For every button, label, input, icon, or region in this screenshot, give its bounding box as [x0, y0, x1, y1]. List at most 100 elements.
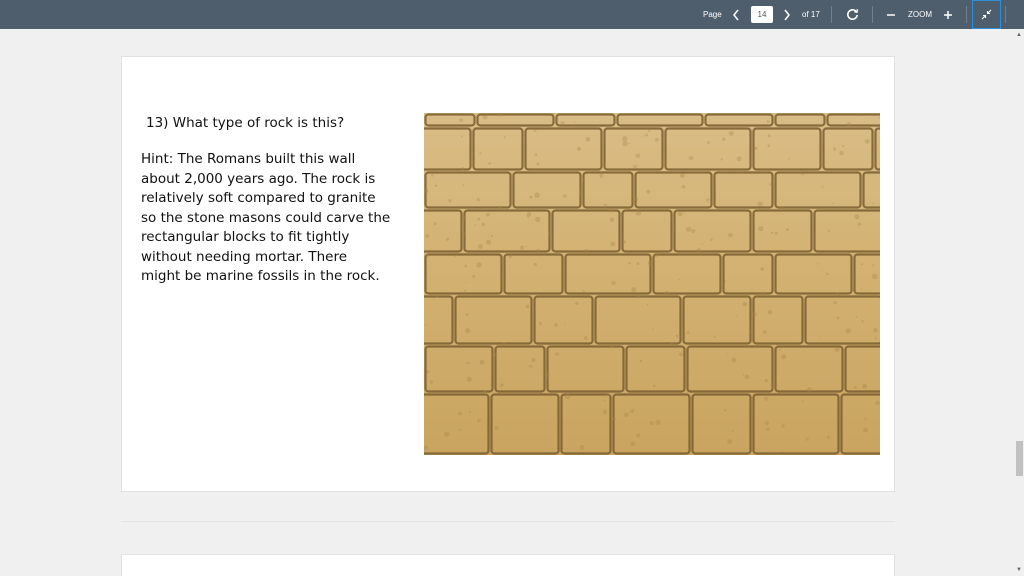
- stone-texture: [861, 383, 868, 389]
- exit-fullscreen-button[interactable]: [972, 0, 1001, 29]
- stone-texture: [736, 156, 742, 162]
- page-number-input[interactable]: [751, 6, 773, 23]
- plus-icon: [944, 10, 952, 19]
- stone-texture: [579, 444, 585, 450]
- stone-texture: [781, 424, 785, 428]
- stone-texture: [845, 328, 851, 334]
- stone-texture: [502, 342, 506, 345]
- stone-texture: [622, 240, 627, 244]
- vertical-scrollbar[interactable]: ▲ ▼: [1014, 29, 1024, 576]
- stone-texture: [574, 121, 576, 124]
- hint-line: without needing mortar. There: [141, 248, 348, 265]
- scroll-down-icon[interactable]: ▼: [1015, 566, 1023, 574]
- stone-texture: [696, 248, 702, 253]
- stone-texture: [599, 173, 604, 178]
- stone-texture: [864, 417, 867, 420]
- stone-texture: [873, 327, 878, 333]
- stone-texture: [834, 346, 840, 352]
- stone-texture: [706, 198, 710, 202]
- stone-texture: [635, 153, 641, 159]
- stone-texture: [724, 409, 727, 412]
- stone-texture: [526, 214, 530, 218]
- stone-texture: [531, 358, 536, 363]
- stone-texture: [734, 354, 736, 356]
- stone-texture: [643, 134, 646, 137]
- stone-texture: [448, 199, 452, 203]
- stone-texture: [583, 336, 588, 340]
- rotate-button[interactable]: [845, 7, 859, 22]
- stone-texture: [503, 136, 506, 139]
- stone-texture: [508, 254, 512, 259]
- stone-texture: [564, 322, 566, 325]
- stone-texture: [754, 146, 758, 150]
- stone-texture: [520, 245, 525, 250]
- stone-texture: [846, 122, 852, 127]
- stone-texture: [807, 387, 812, 392]
- stone-texture: [639, 359, 643, 363]
- stone-texture: [654, 137, 659, 142]
- stone-texture: [630, 409, 634, 414]
- stone-texture: [648, 262, 653, 267]
- stone-texture: [767, 134, 771, 138]
- prev-page-button[interactable]: [729, 7, 743, 22]
- stone-texture: [679, 352, 684, 357]
- zoom-out-button[interactable]: [884, 7, 898, 22]
- stone-texture: [875, 400, 880, 406]
- document-viewport[interactable]: 13) What type of rock is this? Hint: The…: [0, 29, 1014, 576]
- stone-texture: [763, 396, 769, 401]
- stone-texture: [679, 173, 685, 178]
- stone-texture: [649, 420, 654, 426]
- stone-texture: [633, 408, 635, 410]
- exit-fullscreen-icon: [981, 9, 992, 20]
- stone-texture: [482, 115, 488, 120]
- toolbar-divider: [872, 6, 873, 23]
- stone-texture: [633, 196, 639, 202]
- stone-texture: [648, 129, 651, 132]
- stone-texture: [501, 278, 505, 282]
- stone-texture: [602, 409, 607, 415]
- hint-line: so the stone masons could carve the: [141, 209, 391, 226]
- stone-texture: [529, 195, 533, 199]
- stone-texture: [628, 262, 631, 265]
- stone-texture: [802, 170, 804, 172]
- stone-texture: [842, 145, 845, 148]
- stone-texture: [837, 293, 840, 296]
- stone-texture: [761, 291, 765, 296]
- stone-texture: [494, 425, 499, 430]
- stone-texture: [633, 164, 637, 169]
- zoom-in-button[interactable]: [941, 7, 955, 22]
- stone-texture: [536, 162, 540, 166]
- page-separator: [121, 521, 895, 522]
- stone-texture: [713, 336, 716, 338]
- stone-texture: [424, 324, 427, 326]
- stone-texture: [664, 220, 666, 222]
- stone-texture: [839, 150, 844, 156]
- stone-texture: [476, 262, 482, 268]
- stone-texture: [464, 264, 468, 268]
- stone-texture: [664, 290, 670, 297]
- stone-texture: [826, 272, 829, 276]
- stone-texture: [728, 131, 734, 136]
- scroll-up-icon[interactable]: ▲: [1015, 31, 1023, 39]
- toolbar-divider: [1005, 6, 1006, 23]
- stone-texture: [782, 451, 784, 453]
- next-page-button[interactable]: [780, 7, 794, 22]
- stone-texture: [854, 214, 860, 220]
- stone-texture: [861, 320, 864, 323]
- stone-texture: [462, 184, 465, 186]
- stone-texture: [874, 337, 877, 340]
- stone-texture: [769, 183, 773, 186]
- next-slide-page: [121, 554, 895, 576]
- stone-texture: [744, 374, 750, 380]
- stone-texture: [764, 420, 769, 426]
- stone-texture: [805, 437, 809, 441]
- stone-texture: [775, 231, 778, 235]
- stone-texture: [652, 384, 656, 388]
- stone-texture: [655, 419, 661, 426]
- stone-texture: [785, 228, 789, 232]
- stone-texture: [628, 143, 631, 145]
- stone-texture: [584, 249, 589, 254]
- scrollbar-thumb[interactable]: [1016, 441, 1023, 476]
- stone-texture: [855, 315, 858, 318]
- stone-texture: [430, 380, 434, 384]
